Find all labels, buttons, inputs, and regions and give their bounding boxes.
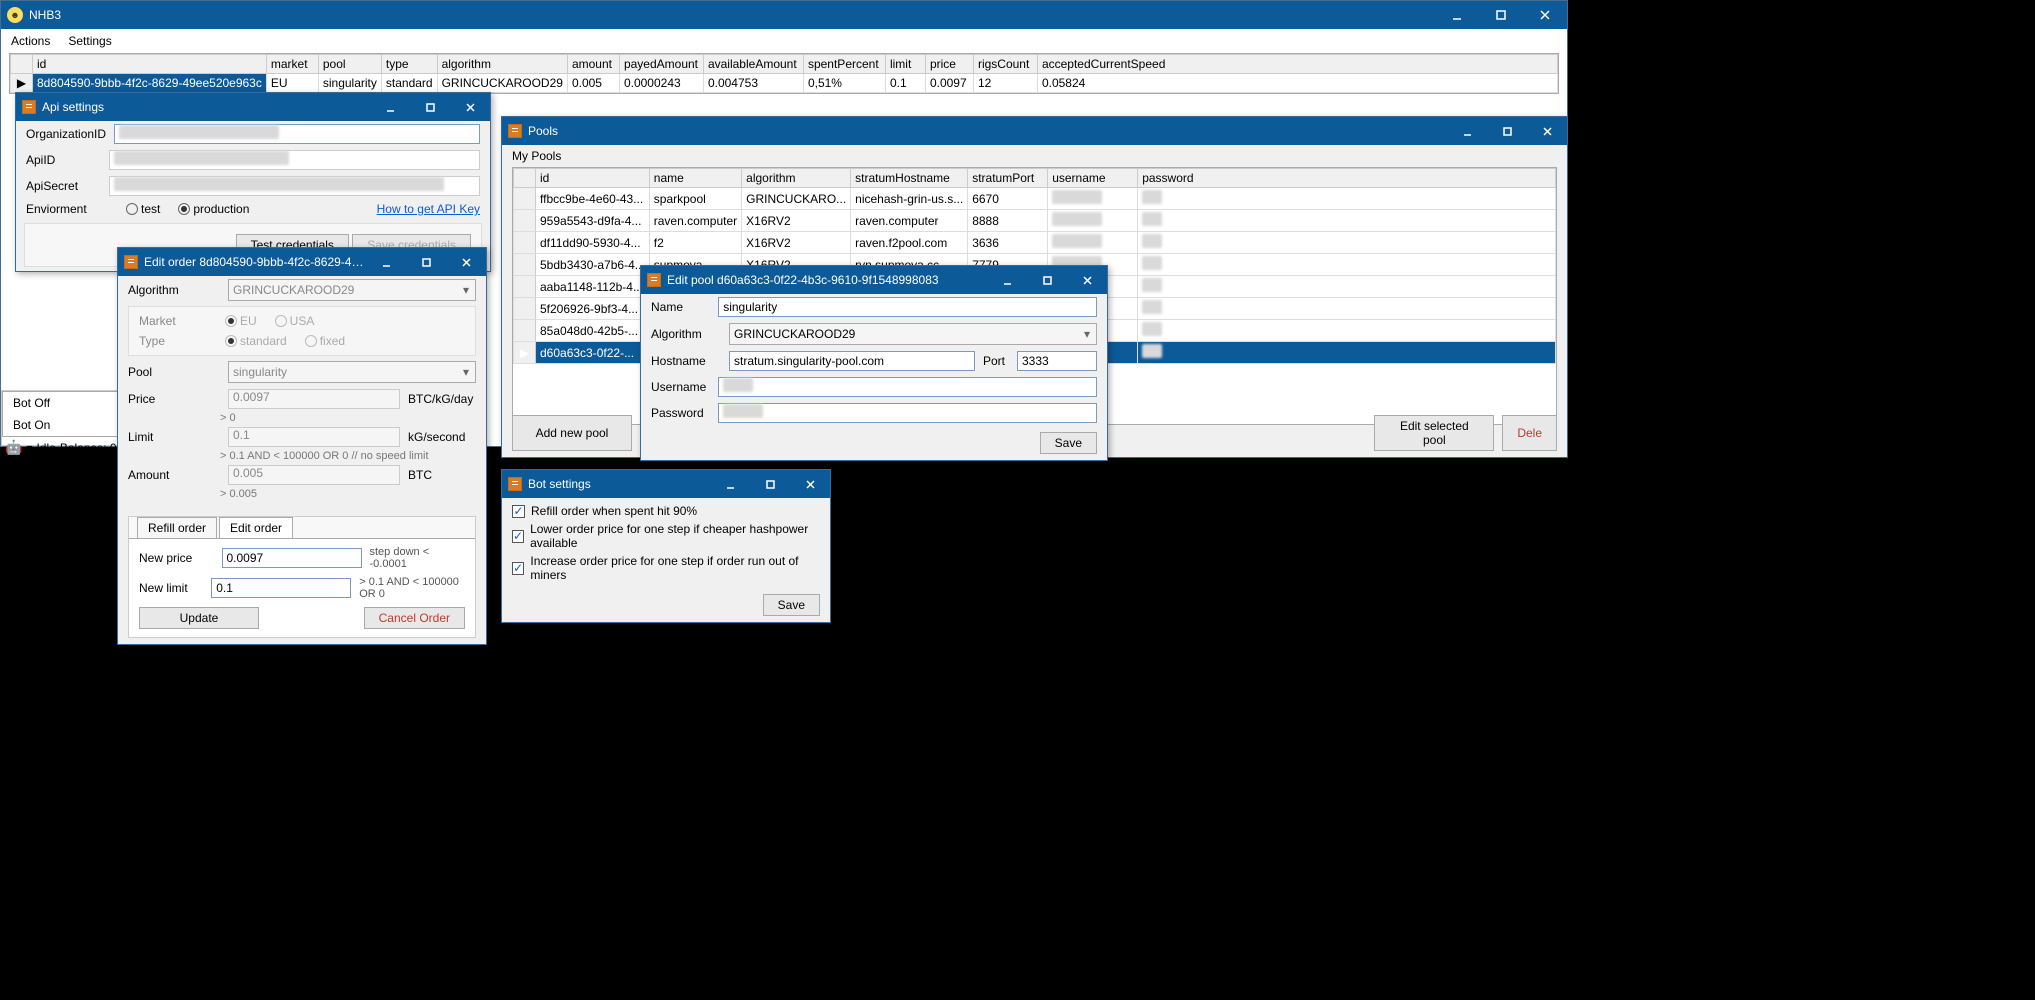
new-limit-input[interactable] [211,578,351,598]
env-production-radio[interactable]: production [178,202,249,216]
lower-price-checkbox[interactable]: ✓Lower order price for one step if cheap… [512,522,820,550]
env-test-radio[interactable]: test [126,202,160,216]
maximize-button[interactable] [1487,117,1527,145]
bot-settings-window: Bot settings ✓Refill order when spent hi… [501,469,831,623]
minimize-button[interactable] [987,266,1027,294]
pools-row[interactable]: df11dd90-5930-4...f2X16RV2raven.f2pool.c… [514,232,1556,254]
edit-pool-titlebar[interactable]: Edit pool d60a63c3-0f22-4b3c-9610-9f1548… [641,266,1107,294]
robot-icon: 🤖 [5,439,22,456]
api-settings-window: Api settings OrganizationID ApiID ApiSec… [15,92,491,272]
org-id-input[interactable] [114,124,480,144]
edit-selected-pool-button[interactable]: Edit selected pool [1374,415,1494,451]
pool-save-button[interactable]: Save [1040,432,1097,454]
market-eu-radio: EU [225,314,257,328]
update-button[interactable]: Update [139,607,259,629]
main-title: NHB3 [29,8,1435,22]
form-icon [647,273,661,287]
maximize-button[interactable] [410,93,450,121]
orders-header-row: id market pool type algorithm amount pay… [11,55,1558,74]
how-to-get-api-key-link[interactable]: How to get API Key [377,202,480,216]
increase-price-checkbox[interactable]: ✓Increase order price for one step if or… [512,554,820,582]
edit-order-titlebar[interactable]: Edit order 8d804590-9bbb-4f2c-8629-49ee5… [118,248,486,276]
minimize-button[interactable] [710,470,750,498]
type-fixed-radio: fixed [305,334,345,348]
status-idle: Idle [36,441,55,455]
price-input: 0.0097 [228,389,400,409]
minimize-button[interactable] [1435,1,1479,29]
maximize-button[interactable] [406,248,446,276]
pools-row[interactable]: ffbcc9be-4e60-43...sparkpoolGRINCUCKARO.… [514,188,1556,210]
close-button[interactable] [1067,266,1107,294]
dropdown-arrow-icon[interactable]: ▾ [26,441,32,455]
menu-settings[interactable]: Settings [68,34,111,48]
delete-pool-button[interactable]: Dele [1502,415,1557,451]
form-icon [508,124,522,138]
refill-order-checkbox[interactable]: ✓Refill order when spent hit 90% [512,504,820,518]
pool-algorithm-dropdown[interactable]: GRINCUCKAROOD29 [729,323,1097,345]
form-icon [508,477,522,491]
add-new-pool-button[interactable]: Add new pool [512,415,632,451]
edit-order-window: Edit order 8d804590-9bbb-4f2c-8629-49ee5… [117,247,487,645]
api-settings-titlebar[interactable]: Api settings [16,93,490,121]
close-button[interactable] [790,470,830,498]
order-tabs: Refill order Edit order [129,517,475,539]
form-icon [124,255,138,269]
new-price-input[interactable] [222,548,362,568]
amount-input: 0.005 [228,465,400,485]
pool-port-input[interactable] [1017,351,1097,371]
menu-actions[interactable]: Actions [11,34,50,48]
type-standard-radio: standard [225,334,287,348]
bot-settings-titlebar[interactable]: Bot settings [502,470,830,498]
pool-username-input[interactable] [718,377,1097,397]
cancel-order-button[interactable]: Cancel Order [364,607,465,629]
algorithm-dropdown[interactable]: GRINCUCKAROOD29 [228,279,476,301]
close-button[interactable] [450,93,490,121]
orders-grid[interactable]: id market pool type algorithm amount pay… [9,53,1559,94]
pool-dropdown[interactable]: singularity [228,361,476,383]
maximize-button[interactable] [1027,266,1067,294]
pools-titlebar[interactable]: Pools [502,117,1567,145]
maximize-button[interactable] [1479,1,1523,29]
api-secret-input[interactable] [109,176,480,196]
minimize-button[interactable] [366,248,406,276]
pool-hostname-input[interactable] [729,351,975,371]
pool-password-input[interactable] [718,403,1097,423]
tab-refill-order[interactable]: Refill order [137,517,217,538]
app-icon: ☻ [7,7,23,23]
form-icon [22,100,36,114]
edit-pool-window: Edit pool d60a63c3-0f22-4b3c-9610-9f1548… [640,265,1108,461]
pools-subtitle: My Pools [502,145,1567,167]
menubar: Actions Settings [1,29,1567,53]
minimize-button[interactable] [370,93,410,121]
market-usa-radio: USA [275,314,315,328]
close-button[interactable] [1523,1,1567,29]
maximize-button[interactable] [750,470,790,498]
api-id-input[interactable] [109,150,480,170]
pool-name-input[interactable] [718,297,1097,317]
limit-input: 0.1 [228,427,400,447]
close-button[interactable] [446,248,486,276]
pools-row[interactable]: 959a5543-d9fa-4...raven.computerX16RV2ra… [514,210,1556,232]
main-titlebar[interactable]: ☻ NHB3 [1,1,1567,29]
pools-header-row: id name algorithm stratumHostname stratu… [514,169,1556,188]
minimize-button[interactable] [1447,117,1487,145]
close-button[interactable] [1527,117,1567,145]
tab-edit-order[interactable]: Edit order [219,517,293,538]
orders-row[interactable]: ▶ 8d804590-9bbb-4f2c-8629-49ee520e963c E… [11,74,1558,93]
bot-save-button[interactable]: Save [763,594,820,616]
